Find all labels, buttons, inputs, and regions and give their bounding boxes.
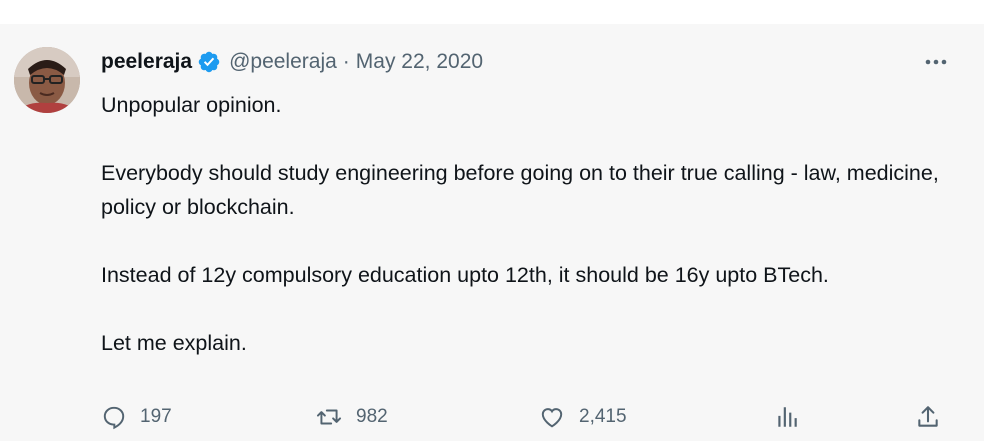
tweet-text: Unpopular opinion. Everybody should stud… [101,88,951,360]
tweet-paragraph: Instead of 12y compulsory education upto… [101,263,829,287]
separator-dot: · [342,50,350,73]
avatar-image [14,47,80,113]
reply-count: 197 [140,406,172,427]
tweet-header: peeleraja @peeleraja · May 22, 2020 [101,49,483,75]
views-button[interactable] [774,402,800,432]
action-bar: 197 982 2,415 [101,402,951,432]
retweet-count: 982 [356,406,388,427]
retweet-button[interactable]: 982 [315,402,388,432]
tweet-card[interactable]: peeleraja @peeleraja · May 22, 2020 Unpo… [0,24,984,441]
retweet-icon [316,409,342,425]
tweet-paragraph: Everybody should study engineering befor… [101,161,939,219]
avatar[interactable] [14,47,80,113]
more-options-icon[interactable] [922,50,950,74]
like-count: 2,415 [579,406,627,427]
heart-icon [541,408,563,428]
reply-icon [103,406,125,430]
user-handle[interactable]: @peeleraja [229,50,337,74]
tweet-paragraph: Let me explain. [101,331,247,355]
reply-button[interactable]: 197 [101,402,172,432]
tweet-date[interactable]: May 22, 2020 [356,50,483,74]
display-name[interactable]: peeleraja [101,50,192,74]
tweet-paragraph: Unpopular opinion. [101,93,282,117]
share-icon [918,406,938,427]
page: peeleraja @peeleraja · May 22, 2020 Unpo… [0,0,994,441]
like-button[interactable]: 2,415 [538,402,627,432]
share-button[interactable] [915,402,941,432]
verified-badge-icon [197,50,221,74]
analytics-icon [778,407,797,427]
